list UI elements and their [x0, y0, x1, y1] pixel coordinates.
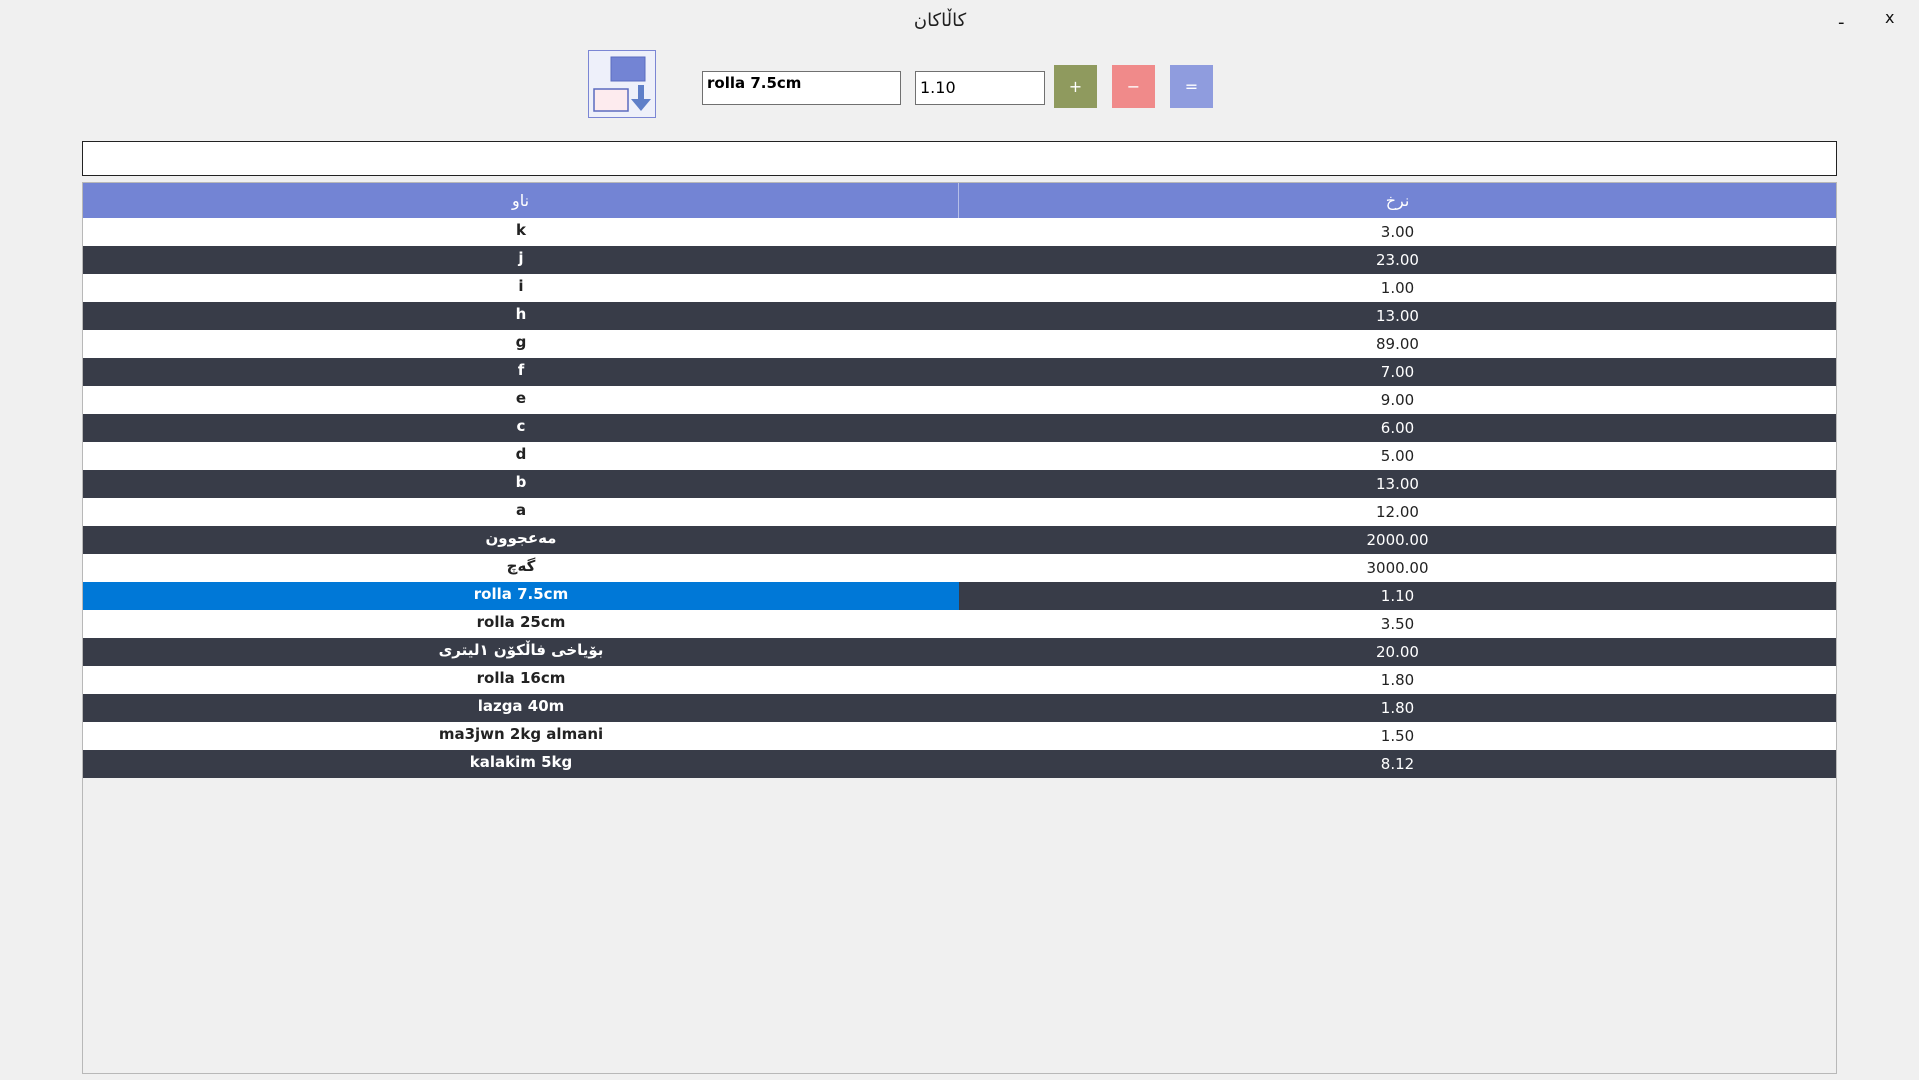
subtract-button[interactable]: − [1112, 65, 1155, 108]
table-row[interactable]: f 7.00 [83, 358, 1836, 386]
cell-name[interactable]: j [83, 246, 959, 274]
table-row[interactable]: h 13.00 [83, 302, 1836, 330]
table-row[interactable]: rolla 25cm 3.50 [83, 610, 1836, 638]
cell-name[interactable]: c [83, 414, 959, 442]
cell-price[interactable]: 9.00 [959, 386, 1836, 414]
table-row[interactable]: a 12.00 [83, 498, 1836, 526]
table-header: ناو نرخ [83, 183, 1836, 218]
cell-price[interactable]: 3.50 [959, 610, 1836, 638]
column-header-price[interactable]: نرخ [959, 183, 1836, 218]
item-price-input[interactable]: 1.10 [915, 71, 1045, 105]
table-row[interactable]: c 6.00 [83, 414, 1836, 442]
items-table[interactable]: ناو نرخ k 3.00 j 23.00 i 1.00 h 13.00 g 89.00 f 7.0… [82, 182, 1837, 1074]
cell-price[interactable]: 6.00 [959, 414, 1836, 442]
table-row[interactable]: e 9.00 [83, 386, 1836, 414]
table-body: k 3.00 j 23.00 i 1.00 h 13.00 g 89.00 f 7.00 e 9.00 c 6… [83, 218, 1836, 778]
cell-price[interactable]: 1.80 [959, 694, 1836, 722]
table-row[interactable]: rolla 7.5cm 1.10 [83, 582, 1836, 610]
table-row[interactable]: g 89.00 [83, 330, 1836, 358]
cell-name[interactable]: بۆیاخی فاڵکۆن ١لیتری [83, 638, 959, 666]
cell-name[interactable]: rolla 7.5cm [83, 582, 959, 610]
table-row[interactable]: b 13.00 [83, 470, 1836, 498]
item-name-input[interactable]: rolla 7.5cm [702, 71, 901, 105]
close-button[interactable]: x [1885, 8, 1894, 27]
table-row[interactable]: j 23.00 [83, 246, 1836, 274]
cell-name[interactable]: lazga 40m [83, 694, 959, 722]
cell-price[interactable]: 13.00 [959, 470, 1836, 498]
cell-name[interactable]: گەچ [83, 554, 959, 582]
search-input[interactable] [82, 141, 1837, 176]
cell-name[interactable]: مەعجوون [83, 526, 959, 554]
table-row[interactable]: i 1.00 [83, 274, 1836, 302]
cell-name[interactable]: rolla 25cm [83, 610, 959, 638]
table-row[interactable]: ma3jwn 2kg almani 1.50 [83, 722, 1836, 750]
cell-price[interactable]: 13.00 [959, 302, 1836, 330]
table-row[interactable]: k 3.00 [83, 218, 1836, 246]
window-title: کاڵاکان [913, 10, 967, 31]
cell-price[interactable]: 23.00 [959, 246, 1836, 274]
cell-name[interactable]: kalakim 5kg [83, 750, 959, 778]
cell-price[interactable]: 3000.00 [959, 554, 1836, 582]
import-button[interactable] [588, 50, 656, 118]
add-button[interactable]: + [1054, 65, 1097, 108]
cell-name[interactable]: rolla 16cm [83, 666, 959, 694]
cell-name[interactable]: f [83, 358, 959, 386]
cell-price[interactable]: 3.00 [959, 218, 1836, 246]
table-row[interactable]: بۆیاخی فاڵکۆن ١لیتری 20.00 [83, 638, 1836, 666]
cell-price[interactable]: 1.00 [959, 274, 1836, 302]
cell-name[interactable]: b [83, 470, 959, 498]
cell-name[interactable]: e [83, 386, 959, 414]
cell-price[interactable]: 8.12 [959, 750, 1836, 778]
column-header-name[interactable]: ناو [83, 183, 959, 218]
cell-name[interactable]: k [83, 218, 959, 246]
table-row[interactable]: lazga 40m 1.80 [83, 694, 1836, 722]
cell-name[interactable]: ma3jwn 2kg almani [83, 722, 959, 750]
minimize-button[interactable]: - [1838, 12, 1845, 33]
cell-name[interactable]: i [83, 274, 959, 302]
cell-price[interactable]: 89.00 [959, 330, 1836, 358]
cell-price[interactable]: 1.50 [959, 722, 1836, 750]
import-arrow-icon [593, 56, 651, 112]
cell-name[interactable]: a [83, 498, 959, 526]
cell-price[interactable]: 1.80 [959, 666, 1836, 694]
cell-price[interactable]: 7.00 [959, 358, 1836, 386]
cell-price[interactable]: 5.00 [959, 442, 1836, 470]
cell-name[interactable]: h [83, 302, 959, 330]
equals-button[interactable]: = [1170, 65, 1213, 108]
table-row[interactable]: kalakim 5kg 8.12 [83, 750, 1836, 778]
table-row[interactable]: مەعجوون 2000.00 [83, 526, 1836, 554]
cell-price[interactable]: 20.00 [959, 638, 1836, 666]
table-row[interactable]: d 5.00 [83, 442, 1836, 470]
cell-name[interactable]: d [83, 442, 959, 470]
table-row[interactable]: گەچ 3000.00 [83, 554, 1836, 582]
cell-price[interactable]: 1.10 [959, 582, 1836, 610]
cell-price[interactable]: 2000.00 [959, 526, 1836, 554]
cell-price[interactable]: 12.00 [959, 498, 1836, 526]
table-row[interactable]: rolla 16cm 1.80 [83, 666, 1836, 694]
cell-name[interactable]: g [83, 330, 959, 358]
